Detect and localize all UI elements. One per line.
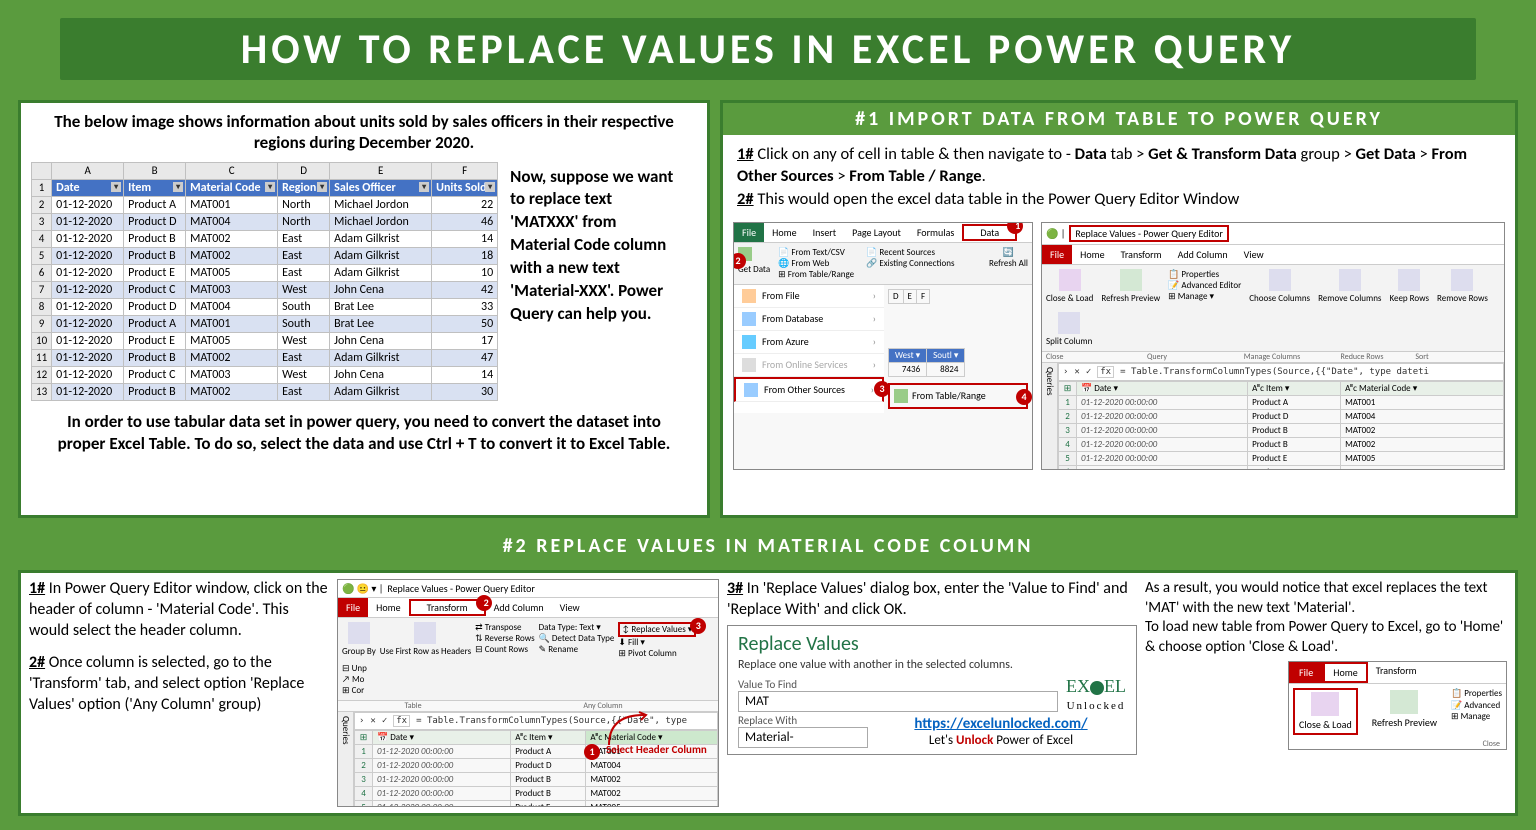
excel-data-table: A B C D E F 1 Date▾ Item▾ Material Code▾… xyxy=(31,162,498,401)
screenshot-transform-replace: 🟢 😐 ▾ | Replace Values - Power Query Edi… xyxy=(337,579,719,807)
step2-heading: #2 REPLACE VALUES IN MATERIAL CODE COLUM… xyxy=(316,528,1220,564)
replace-with-input[interactable]: Material- xyxy=(738,727,868,748)
remove-rows-button[interactable]: Remove Rows xyxy=(1437,269,1488,304)
excel-unlocked-logo: EXEL Unlocked xyxy=(1066,678,1126,712)
refresh-preview-button[interactable]: Refresh Preview xyxy=(1368,688,1441,735)
page-title: HOW TO REPLACE VALUES IN EXCEL POWER QUE… xyxy=(60,18,1476,80)
step2-text: 1# In Power Query Editor window, click o… xyxy=(29,579,329,807)
panel-step2: 1# In Power Query Editor window, click o… xyxy=(18,570,1518,816)
remove-columns-button[interactable]: Remove Columns xyxy=(1318,269,1381,304)
panel-intro: The below image shows information about … xyxy=(18,100,710,518)
keep-rows-button[interactable]: Keep Rows xyxy=(1389,269,1429,304)
data-tab[interactable]: Data1 xyxy=(962,224,1017,241)
intro-text: The below image shows information about … xyxy=(21,103,707,162)
get-data-button[interactable]: Get Data 2 xyxy=(736,245,772,282)
choose-columns-button[interactable]: Choose Columns xyxy=(1249,269,1310,304)
pq-file-tab[interactable]: File xyxy=(1042,245,1072,264)
menu-from-online: From Online Services› xyxy=(734,354,884,377)
menu-from-database[interactable]: From Database› xyxy=(734,308,884,331)
menu-from-file[interactable]: From File› xyxy=(734,285,884,308)
excel-unlocked-link[interactable]: https://excelunlocked.com/ xyxy=(914,715,1087,733)
convert-note: In order to use tabular data set in powe… xyxy=(21,401,707,465)
screenshot-close-load: File Home Transform Close & Load Refresh… xyxy=(1288,661,1507,750)
replace-values-dialog: Replace Values Replace one value with an… xyxy=(727,625,1137,755)
value-to-find-input[interactable]: MAT xyxy=(738,691,1058,712)
menu-from-table-range[interactable]: From Table/Range 4 xyxy=(888,383,1028,409)
result-text: As a result, you would notice that excel… xyxy=(1145,579,1507,807)
file-tab[interactable]: File xyxy=(734,223,764,242)
step1-heading: #1 IMPORT DATA FROM TABLE TO POWER QUERY xyxy=(723,103,1515,135)
screenshot-powerquery-editor: 🟢 | Replace Values - Power Query Editor … xyxy=(1041,222,1505,470)
replace-values-button[interactable]: ↕ Replace Values ▾3 xyxy=(618,622,696,637)
home-tab[interactable]: Home xyxy=(1323,662,1367,683)
transform-tab[interactable]: Transform2 xyxy=(409,599,486,616)
step3-text: 3# In 'Replace Values' dialog box, enter… xyxy=(727,579,1137,621)
split-column-button[interactable]: Split Column xyxy=(1046,312,1092,347)
panel-step1: #1 IMPORT DATA FROM TABLE TO POWER QUERY… xyxy=(720,100,1518,518)
side-note: Now, suppose we want to replace text 'MA… xyxy=(510,162,680,401)
close-load-button[interactable]: Close & Load xyxy=(1293,688,1358,735)
step1-text: 1# Click on any of cell in table & then … xyxy=(723,135,1515,218)
close-load-button[interactable]: Close & Load xyxy=(1046,269,1093,304)
menu-from-azure[interactable]: From Azure› xyxy=(734,331,884,354)
menu-from-other-sources[interactable]: From Other Sources›3 xyxy=(734,377,884,402)
refresh-preview-button[interactable]: Refresh Preview xyxy=(1101,269,1160,304)
dialog-title: Replace Values xyxy=(738,632,1126,656)
screenshot-excel-getdata: File Home Insert Page Layout Formulas Da… xyxy=(733,222,1033,470)
